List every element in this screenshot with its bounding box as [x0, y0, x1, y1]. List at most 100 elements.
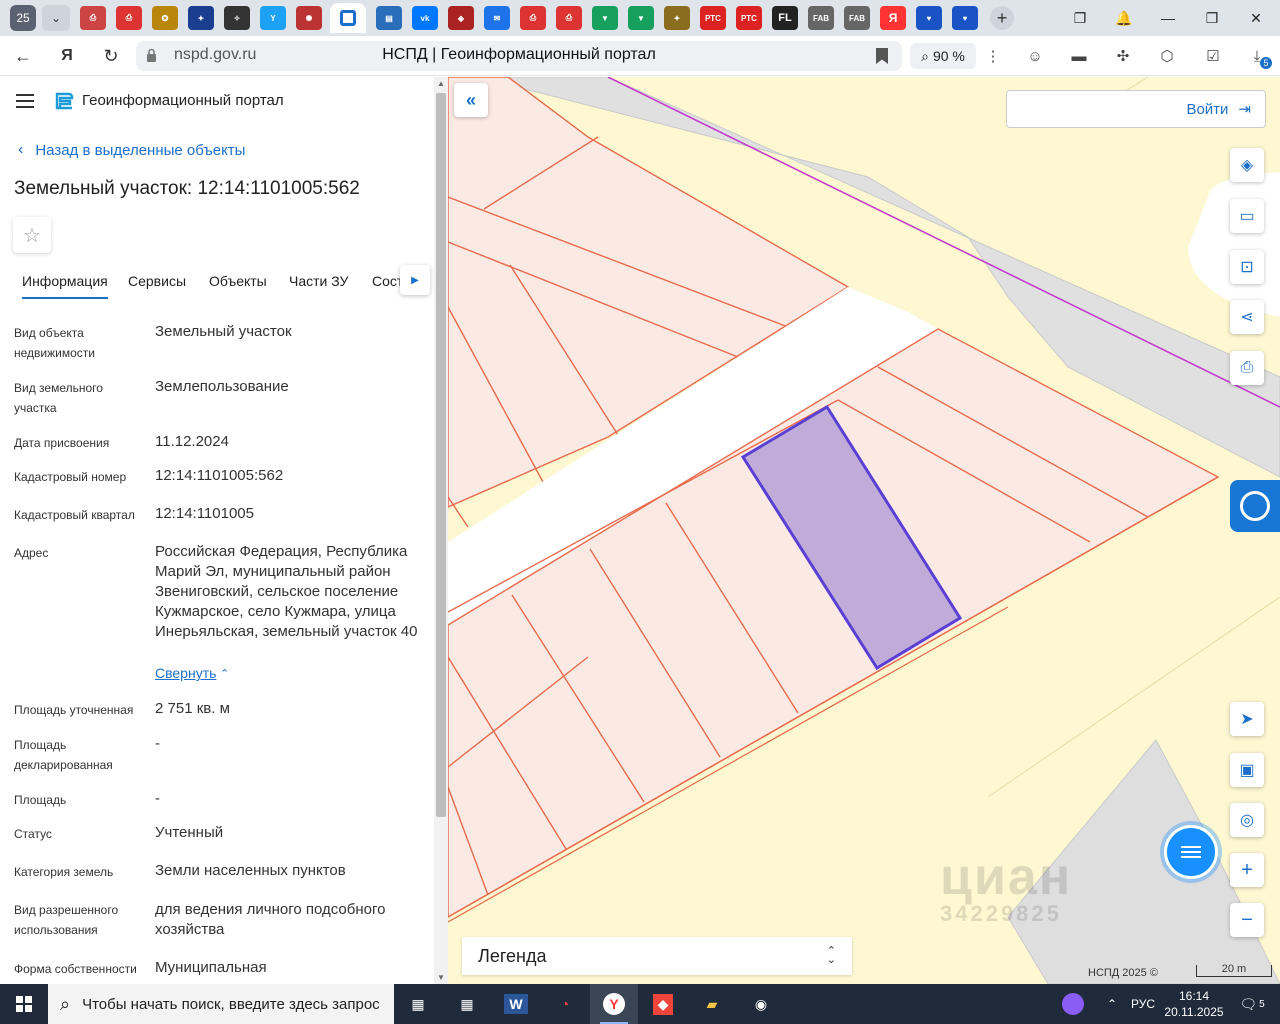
pdf-icon[interactable]: ⎙ — [556, 6, 582, 30]
menu-burger-icon[interactable] — [16, 94, 34, 108]
extension-hat-icon[interactable]: ▬ — [1068, 45, 1090, 67]
start-button[interactable] — [0, 984, 48, 1024]
news-icon[interactable]: ▤ — [376, 6, 402, 30]
scroll-down-icon[interactable]: ▼ — [437, 973, 445, 982]
tab-objects[interactable]: Объекты — [209, 273, 267, 289]
layers-button[interactable]: ◈ — [1230, 148, 1264, 182]
back-to-selected-link[interactable]: ‹ Назад в выделенные объекты — [18, 141, 245, 159]
fabrikant-icon[interactable]: FAB — [808, 6, 834, 30]
object-title: Земельный участок: 12:14:1101005:562 — [14, 178, 360, 199]
new-tab-button[interactable]: + — [990, 6, 1014, 30]
taskbar-app-explorer[interactable]: ▰ — [688, 984, 736, 1024]
extension-avatar-icon[interactable]: ☺ — [1024, 45, 1046, 67]
legend-expand-icon[interactable]: ⌃ ⌄ — [827, 946, 836, 966]
yandex-browser-icon: Y — [603, 993, 625, 1015]
fabrikant-icon[interactable]: FAB — [844, 6, 870, 30]
taskbar-app-anydesk[interactable]: ◆ — [639, 984, 687, 1024]
seal-icon[interactable]: ✪ — [152, 6, 178, 30]
field-label: Вид разрешенного использования — [14, 903, 119, 937]
menu-dots-icon[interactable]: ⋮ — [982, 45, 1004, 67]
yandex-logo-icon[interactable]: Я — [54, 44, 80, 68]
legend-panel[interactable]: Легенда ⌃ ⌄ — [462, 937, 852, 975]
taskbar-app-calculator[interactable]: ▦ — [443, 984, 491, 1024]
rts-icon[interactable]: РТС — [700, 6, 726, 30]
taskbar-search[interactable]: ⌕ Чтобы начать поиск, введите здесь запр… — [48, 984, 394, 1024]
tabs-scroll-right-button[interactable]: ▶ — [400, 265, 430, 295]
action-center-button[interactable]: 🗨 5 — [1232, 984, 1272, 1024]
language-indicator[interactable]: РУС — [1126, 984, 1160, 1024]
reload-icon[interactable]: ↻ — [98, 44, 124, 68]
fl-icon[interactable]: FL — [772, 6, 798, 30]
geolocation-button[interactable]: ➤ — [1230, 702, 1264, 736]
close-window-button[interactable]: ✕ — [1234, 0, 1278, 36]
scroll-up-icon[interactable]: ▲ — [437, 79, 445, 88]
pdf-icon[interactable]: ⎙ — [116, 6, 142, 30]
map-view[interactable]: « Войти ⇥ ◈ ▭ ⊡ ⋖ ⎙ ➤ ▣ ◎ + − циан 34229… — [448, 77, 1280, 984]
target-button[interactable]: ◎ — [1230, 803, 1264, 837]
taskbar-app-word[interactable]: W — [492, 984, 540, 1024]
twitter-icon[interactable]: Y — [260, 6, 286, 30]
tab-information[interactable]: Информация — [22, 273, 108, 299]
heart-icon[interactable]: ♥ — [916, 6, 942, 30]
clock[interactable]: 16:14 20.11.2025 — [1164, 984, 1224, 1024]
collapse-address-link[interactable]: Свернуть — [155, 665, 216, 681]
taskbar-app-browser-c[interactable]: ◔ — [541, 984, 589, 1024]
vk-icon[interactable]: vk — [412, 6, 438, 30]
minimap-icon: ▣ — [1239, 762, 1255, 779]
panel-scrollbar[interactable]: ▲ ▼ — [434, 77, 448, 984]
login-button[interactable]: Войти ⇥ — [1006, 90, 1266, 128]
chevron-up-icon[interactable]: ⌃ — [220, 667, 229, 680]
tab-parts[interactable]: Части ЗУ — [289, 273, 348, 289]
select-area-button[interactable]: ⊡ — [1230, 250, 1264, 284]
tray-overflow-chevron-icon[interactable]: ⌃ — [1098, 984, 1126, 1024]
taskbar-app-archive[interactable]: ▦ — [394, 984, 442, 1024]
notifications-bell-icon[interactable]: 🔔 — [1102, 0, 1146, 36]
ruler-button[interactable]: ▭ — [1230, 199, 1264, 233]
url-field[interactable]: nspd.gov.ru НСПД | Геоинформационный пор… — [136, 41, 902, 71]
seal-icon[interactable]: ✧ — [224, 6, 250, 30]
cadastral-map[interactable] — [448, 77, 1280, 984]
zoom-out-button[interactable]: − — [1230, 903, 1264, 937]
watermark: циан 34229825 — [940, 847, 1072, 927]
restore-button[interactable]: ❐ — [1190, 0, 1234, 36]
alice-assistant-icon[interactable] — [1058, 984, 1088, 1024]
chat-lines-icon — [1181, 843, 1201, 861]
shield-icon[interactable]: ◈ — [448, 6, 474, 30]
back-arrow-icon[interactable]: ← — [10, 44, 36, 68]
mail-icon[interactable]: ✉ — [484, 6, 510, 30]
rts-icon[interactable]: РТС — [736, 6, 762, 30]
tab-active-geoportal[interactable] — [330, 3, 366, 33]
collapse-panel-button[interactable]: « — [454, 83, 488, 117]
taskbar-app-yandex-browser[interactable]: Y — [590, 984, 638, 1024]
shield-green-icon[interactable]: ▼ — [628, 6, 654, 30]
pdf-icon[interactable]: ⎙ — [520, 6, 546, 30]
favorite-star-button[interactable]: ☆ — [13, 217, 51, 253]
tab-list-chevron-icon[interactable]: ⌄ — [42, 5, 70, 31]
tab-count-button[interactable]: 25 — [10, 5, 36, 31]
zoom-indicator[interactable]: ⌕ 90 % — [910, 43, 976, 69]
emblem-icon[interactable]: ✦ — [188, 6, 214, 30]
share-button[interactable]: ⋖ — [1230, 300, 1264, 334]
extension-check-icon[interactable]: ☑ — [1202, 45, 1224, 67]
zoom-in-button[interactable]: + — [1230, 853, 1264, 887]
feedback-tab[interactable] — [1230, 480, 1280, 532]
scroll-thumb[interactable] — [436, 93, 446, 817]
taskbar-app-ccleaner[interactable]: ◉ — [737, 984, 785, 1024]
tab-services[interactable]: Сервисы — [128, 273, 186, 289]
print-button[interactable]: ⎙ — [1230, 351, 1264, 385]
minimize-button[interactable]: — — [1146, 0, 1190, 36]
emblem-icon[interactable]: ✦ — [664, 6, 690, 30]
shield-green-icon[interactable]: ▼ — [592, 6, 618, 30]
minimap-button[interactable]: ▣ — [1230, 753, 1264, 787]
bookmark-icon[interactable] — [876, 48, 888, 64]
heart-icon[interactable]: ♥ — [952, 6, 978, 30]
notifications-icon: 🗨 — [1239, 995, 1258, 1012]
chat-button[interactable] — [1164, 825, 1218, 879]
collections-icon[interactable]: ❐ — [1058, 0, 1102, 36]
extension-cube-icon[interactable]: ⬡ — [1156, 45, 1178, 67]
extensions-puzzle-icon[interactable]: ✣ — [1112, 45, 1134, 67]
downloads-icon[interactable]: ⤓ 5 — [1246, 45, 1272, 69]
pdf-icon[interactable]: ⎙ — [80, 6, 106, 30]
yandex-icon[interactable]: Я — [880, 6, 906, 30]
ornament-icon[interactable]: ✺ — [296, 6, 322, 30]
